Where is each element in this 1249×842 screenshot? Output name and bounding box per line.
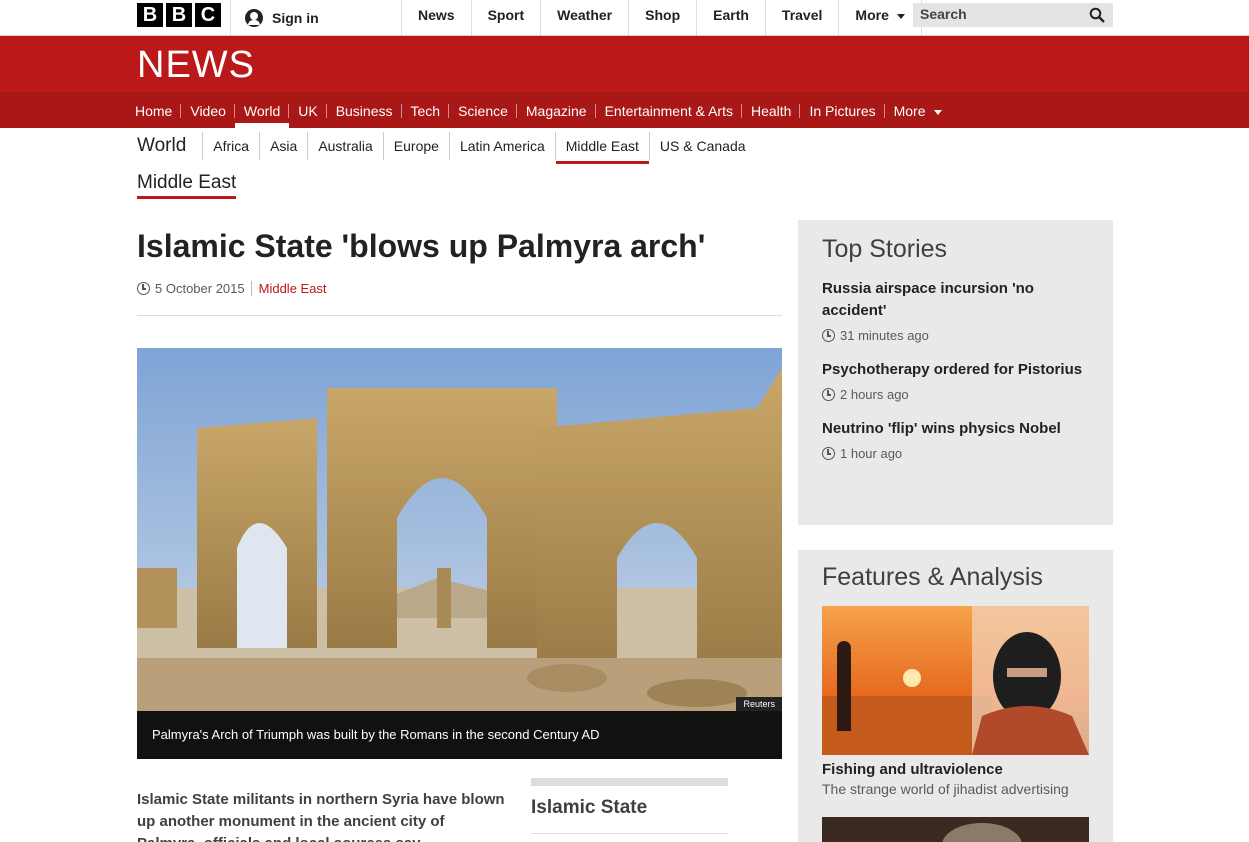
news-masthead: NEWS [0, 36, 1249, 92]
story-item[interactable]: Russia airspace incursion 'no accident' … [822, 278, 1089, 343]
search-input[interactable]: Search [913, 3, 1113, 27]
top-nav-more-label: More [855, 7, 889, 23]
image-credit: Reuters [736, 697, 782, 711]
top-nav-weather[interactable]: Weather [541, 0, 630, 35]
current-section-heading[interactable]: Middle East [137, 172, 237, 199]
hero-image: Reuters [137, 348, 782, 711]
article-meta: 5 October 2015 Middle East [137, 281, 327, 296]
logo-letter: B [166, 3, 192, 27]
main-nav: Home Video World UK Business Tech Scienc… [0, 92, 1249, 128]
search-placeholder: Search [920, 6, 967, 22]
story-time: 31 minutes ago [822, 328, 1089, 343]
features-title: Features & Analysis [822, 563, 1043, 591]
story-item[interactable]: Neutrino 'flip' wins physics Nobel 1 hou… [822, 418, 1089, 461]
clock-icon [822, 388, 835, 401]
nav-tech[interactable]: Tech [402, 92, 450, 128]
bbc-global-bar: B B C Sign in News Sport Weather Shop Ea… [0, 0, 1249, 36]
chevron-down-icon [896, 13, 905, 19]
section-subnav: World Africa Asia Australia Europe Latin… [137, 132, 756, 164]
section-title[interactable]: World [137, 132, 186, 160]
sign-in-label: Sign in [272, 9, 319, 26]
nav-business[interactable]: Business [327, 92, 402, 128]
story-time-text: 2 hours ago [840, 387, 909, 402]
story-title[interactable]: Russia airspace incursion 'no accident' [822, 278, 1089, 322]
clock-icon [137, 282, 150, 295]
top-nav-shop[interactable]: Shop [629, 0, 698, 35]
nav-label: In Pictures [809, 103, 876, 119]
chevron-down-icon [933, 109, 942, 115]
features-panel: Features & Analysis Fishing and ultravio… [798, 550, 1113, 842]
subnav-middle-east[interactable]: Middle East [554, 132, 650, 164]
article-intro: Islamic State militants in northern Syri… [137, 791, 505, 842]
nav-label: World [243, 103, 281, 119]
nav-video[interactable]: Video [181, 92, 235, 128]
nav-magazine[interactable]: Magazine [517, 92, 596, 128]
feature-summary: The strange world of jihadist advertisin… [822, 781, 1069, 797]
story-title[interactable]: Neutrino 'flip' wins physics Nobel [822, 418, 1089, 440]
top-nav-news[interactable]: News [402, 0, 472, 35]
sign-in-link[interactable]: Sign in [230, 0, 402, 35]
nav-label: Science [458, 103, 508, 119]
story-time: 2 hours ago [822, 387, 1089, 402]
nav-label: Home [135, 103, 173, 119]
related-topic-link[interactable]: Islamic State [531, 786, 728, 834]
story-time: 1 hour ago [822, 446, 1089, 461]
story-time-text: 1 hour ago [840, 446, 903, 461]
top-nav-sport[interactable]: Sport [472, 0, 542, 35]
top-nav-travel[interactable]: Travel [766, 0, 840, 35]
story-item[interactable]: Psychotherapy ordered for Pistorius 2 ho… [822, 359, 1089, 402]
top-nav-earth[interactable]: Earth [697, 0, 766, 35]
search-icon[interactable] [1089, 7, 1105, 23]
nav-label: Business [335, 103, 393, 119]
palmyra-arch-photo [137, 348, 782, 711]
article-headline: Islamic State 'blows up Palmyra arch' [137, 228, 706, 264]
story-time-text: 31 minutes ago [840, 328, 929, 343]
subnav-us-canada[interactable]: US & Canada [648, 132, 756, 160]
nav-world[interactable]: World [234, 92, 290, 128]
nav-label: UK [298, 103, 318, 119]
nav-uk[interactable]: UK [289, 92, 327, 128]
nav-label: Entertainment & Arts [604, 103, 733, 119]
nav-label: Health [751, 103, 792, 119]
story-title[interactable]: Psychotherapy ordered for Pistorius [822, 359, 1089, 381]
feature-photo [822, 606, 1089, 755]
nav-entertainment-arts[interactable]: Entertainment & Arts [596, 92, 742, 128]
subnav-europe[interactable]: Europe [382, 132, 449, 160]
logo-letter: C [195, 3, 221, 27]
feature-image[interactable] [822, 606, 1089, 755]
nav-science[interactable]: Science [449, 92, 517, 128]
news-logo[interactable]: NEWS [137, 45, 255, 85]
top-stories-title: Top Stories [822, 235, 948, 263]
feature-title[interactable]: Fishing and ultraviolence [822, 761, 1089, 778]
subnav-africa[interactable]: Africa [202, 132, 259, 160]
nav-label: Video [190, 103, 226, 119]
subnav-australia[interactable]: Australia [307, 132, 382, 160]
divider [137, 315, 782, 316]
feature-image[interactable] [822, 817, 1089, 842]
bbc-logo[interactable]: B B C [137, 3, 221, 27]
clock-icon [822, 329, 835, 342]
top-nav: News Sport Weather Shop Earth Travel Mor… [402, 0, 922, 35]
article-date: 5 October 2015 [155, 281, 245, 296]
top-nav-more[interactable]: More [839, 0, 922, 35]
article-category-link[interactable]: Middle East [250, 281, 327, 296]
nav-more[interactable]: More [885, 92, 951, 128]
nav-label: Tech [410, 103, 441, 119]
subnav-asia[interactable]: Asia [259, 132, 307, 160]
nav-label: More [893, 103, 926, 119]
related-topics: Islamic State [531, 778, 728, 834]
subnav-latin-america[interactable]: Latin America [448, 132, 555, 160]
logo-letter: B [137, 3, 163, 27]
feature-photo [822, 817, 1089, 842]
image-caption: Palmyra's Arch of Triumph was built by t… [137, 711, 782, 759]
nav-home[interactable]: Home [126, 92, 182, 128]
user-icon [245, 8, 263, 27]
nav-health[interactable]: Health [742, 92, 801, 128]
top-stories-panel: Top Stories Russia airspace incursion 'n… [798, 220, 1113, 525]
nav-label: Magazine [525, 103, 587, 119]
nav-in-pictures[interactable]: In Pictures [800, 92, 885, 128]
clock-icon [822, 447, 835, 460]
